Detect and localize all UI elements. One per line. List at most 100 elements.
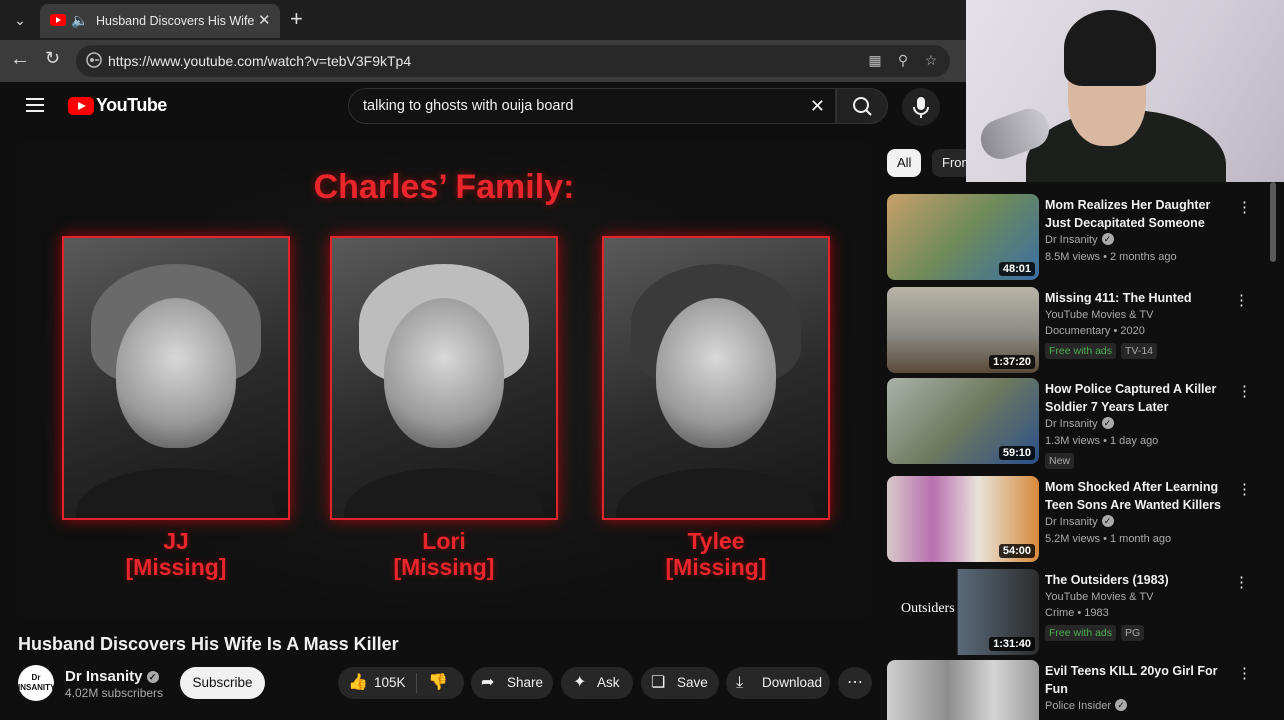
search-icon xyxy=(853,97,872,116)
recommendation-channel[interactable]: Dr Insanity ✓ xyxy=(1045,417,1114,430)
browser-tab[interactable]: 🔈 Husband Discovers His Wife Is ✕ xyxy=(40,4,280,38)
video-thumbnail[interactable] xyxy=(887,660,1039,720)
recommendation-title[interactable]: Mom Realizes Her Daughter Just Decapitat… xyxy=(1045,196,1225,232)
recommendation-meta: 5.2M views • 1 month ago xyxy=(1045,533,1172,545)
microphone-icon xyxy=(913,97,929,118)
search-button[interactable] xyxy=(836,88,888,124)
duration-badge: 59:10 xyxy=(998,446,1035,460)
recommendation-item[interactable]: 54:00 Mom Shocked After Learning Teen So… xyxy=(887,476,1267,562)
more-options-icon[interactable]: ⋮ xyxy=(1237,198,1252,216)
more-options-icon[interactable]: ⋮ xyxy=(1237,382,1252,400)
youtube-play-icon xyxy=(68,96,94,115)
recommendation-channel[interactable]: YouTube Movies & TV xyxy=(1045,309,1153,321)
video-frame-heading: Charles’ Family: xyxy=(313,168,575,206)
person-photo-jj xyxy=(62,236,290,520)
save-button[interactable]: ❏ Save xyxy=(641,667,719,699)
download-button[interactable]: ⤓ Download xyxy=(726,667,830,699)
verified-check-icon: ✓ xyxy=(1101,515,1114,527)
more-options-icon[interactable]: ⋮ xyxy=(1234,291,1249,309)
recommendation-meta: 8.5M views • 2 months ago xyxy=(1045,251,1177,263)
person-label-tylee: Tylee [Missing] xyxy=(665,528,767,580)
close-tab-icon[interactable]: ✕ xyxy=(258,11,271,29)
sparkle-icon: ✦ xyxy=(573,674,587,691)
duration-badge: 1:37:20 xyxy=(989,355,1035,369)
url-text[interactable]: https://www.youtube.com/watch?v=tebV3F9k… xyxy=(108,53,411,69)
tab-search-chevron-icon[interactable]: ⌄ xyxy=(8,8,32,32)
recommendation-meta: 1.3M views • 1 day ago xyxy=(1045,435,1159,447)
chip-all[interactable]: All xyxy=(887,149,922,177)
reload-icon[interactable]: ↻ xyxy=(45,48,60,69)
rating-badge: TV-14 xyxy=(1121,343,1158,359)
verified-check-icon: ✓ xyxy=(1115,699,1128,711)
youtube-favicon-icon xyxy=(50,14,66,26)
ask-button[interactable]: ✦ Ask xyxy=(561,667,633,699)
apps-icon[interactable]: ▦ xyxy=(866,52,884,69)
video-player[interactable]: Charles’ Family: JJ [Missing] Lori [Missin… xyxy=(18,140,870,620)
new-tab-icon[interactable]: + xyxy=(290,7,303,31)
free-with-ads-badge: Free with ads xyxy=(1045,343,1117,359)
recommendation-meta: Documentary • 2020 xyxy=(1045,325,1145,337)
recommendation-item[interactable]: 48:01 Mom Realizes Her Daughter Just Dec… xyxy=(887,194,1267,280)
share-arrow-icon: ➦ xyxy=(481,674,495,691)
subscriber-count: 4.02M subscribers xyxy=(65,686,164,700)
voice-search-button[interactable] xyxy=(902,88,940,126)
back-arrow-icon[interactable]: ← xyxy=(10,48,30,71)
subscribe-button[interactable]: Subscribe xyxy=(180,667,265,699)
more-options-icon[interactable]: ⋮ xyxy=(1234,573,1249,591)
thumbnail-title-text: Outsiders xyxy=(901,601,955,616)
recommendation-item[interactable]: Evil Teens KILL 20yo Girl For Fun Police… xyxy=(887,660,1267,720)
more-options-icon[interactable]: ⋮ xyxy=(1237,664,1252,682)
duration-badge: 54:00 xyxy=(998,544,1035,558)
recommendation-channel[interactable]: Dr Insanity ✓ xyxy=(1045,233,1114,246)
recommendation-meta: Crime • 1983 xyxy=(1045,607,1109,619)
clear-search-icon[interactable]: ✕ xyxy=(810,96,825,117)
verified-check-icon: ✓ xyxy=(146,671,159,683)
more-actions-icon[interactable]: ⋯ xyxy=(838,667,872,699)
recommendation-item[interactable]: 1:37:20 Missing 411: The Hunted YouTube … xyxy=(887,287,1267,373)
speaker-icon[interactable]: 🔈 xyxy=(71,12,88,29)
video-thumbnail[interactable]: Outsiders 1:31:40 xyxy=(887,569,1039,655)
recommendation-title[interactable]: Mom Shocked After Learning Teen Sons Are… xyxy=(1045,478,1225,514)
more-options-icon[interactable]: ⋮ xyxy=(1237,480,1252,498)
youtube-logo-text: YouTube xyxy=(96,95,167,115)
recommendation-title[interactable]: Missing 411: The Hunted xyxy=(1045,289,1225,307)
video-thumbnail[interactable]: 1:37:20 xyxy=(887,287,1039,373)
recommendation-title[interactable]: Evil Teens KILL 20yo Girl For Fun xyxy=(1045,662,1225,698)
youtube-header: YouTube talking to ghosts with ouija boa… xyxy=(0,82,966,130)
recommendation-title[interactable]: The Outsiders (1983) xyxy=(1045,571,1225,589)
person-photo-lori xyxy=(330,236,558,520)
video-thumbnail[interactable]: 54:00 xyxy=(887,476,1039,562)
channel-name[interactable]: Dr Insanity ✓ xyxy=(65,668,159,685)
video-thumbnail[interactable]: 59:10 xyxy=(887,378,1039,464)
channel-avatar[interactable]: Dr INSANITY xyxy=(18,665,55,701)
download-icon: ⤓ xyxy=(736,674,744,691)
search-query-text[interactable]: talking to ghosts with ouija board xyxy=(363,98,573,114)
like-count[interactable]: 105K xyxy=(374,667,406,699)
video-title: Husband Discovers His Wife Is A Mass Kil… xyxy=(18,634,399,654)
verified-check-icon: ✓ xyxy=(1101,233,1114,245)
bookmark-star-icon[interactable]: ☆ xyxy=(922,52,940,69)
webcam-overlay xyxy=(966,0,1284,182)
verified-check-icon: ✓ xyxy=(1101,417,1114,429)
new-badge: New xyxy=(1045,453,1075,469)
thumbs-up-icon[interactable]: 👍 xyxy=(348,667,368,699)
person-photo-tylee xyxy=(602,236,830,520)
person-label-jj: JJ [Missing] xyxy=(125,528,227,580)
recommendation-item[interactable]: 59:10 How Police Captured A Killer Soldi… xyxy=(887,378,1267,469)
recommendation-channel[interactable]: YouTube Movies & TV xyxy=(1045,591,1153,603)
sidebar-scrollbar[interactable] xyxy=(1270,182,1276,262)
recommendation-item[interactable]: Outsiders 1:31:40 The Outsiders (1983) Y… xyxy=(887,569,1267,655)
share-button[interactable]: ➦ Share xyxy=(471,667,553,699)
recommendation-channel[interactable]: Dr Insanity ✓ xyxy=(1045,515,1114,528)
menu-icon[interactable] xyxy=(26,98,44,112)
search-input[interactable]: talking to ghosts with ouija board ✕ xyxy=(348,88,836,124)
zoom-icon[interactable]: ⚲ xyxy=(894,52,912,69)
thumbs-down-icon[interactable]: 👎 xyxy=(428,667,448,699)
bookmark-icon: ❏ xyxy=(651,674,666,691)
recommendation-title[interactable]: How Police Captured A Killer Soldier 7 Y… xyxy=(1045,380,1225,416)
address-bar[interactable]: https://www.youtube.com/watch?v=tebV3F9k… xyxy=(76,45,950,77)
youtube-logo[interactable]: YouTube xyxy=(68,95,167,116)
recommendation-channel[interactable]: Police Insider ✓ xyxy=(1045,699,1128,712)
video-thumbnail[interactable]: 48:01 xyxy=(887,194,1039,280)
site-info-icon[interactable] xyxy=(86,52,102,68)
